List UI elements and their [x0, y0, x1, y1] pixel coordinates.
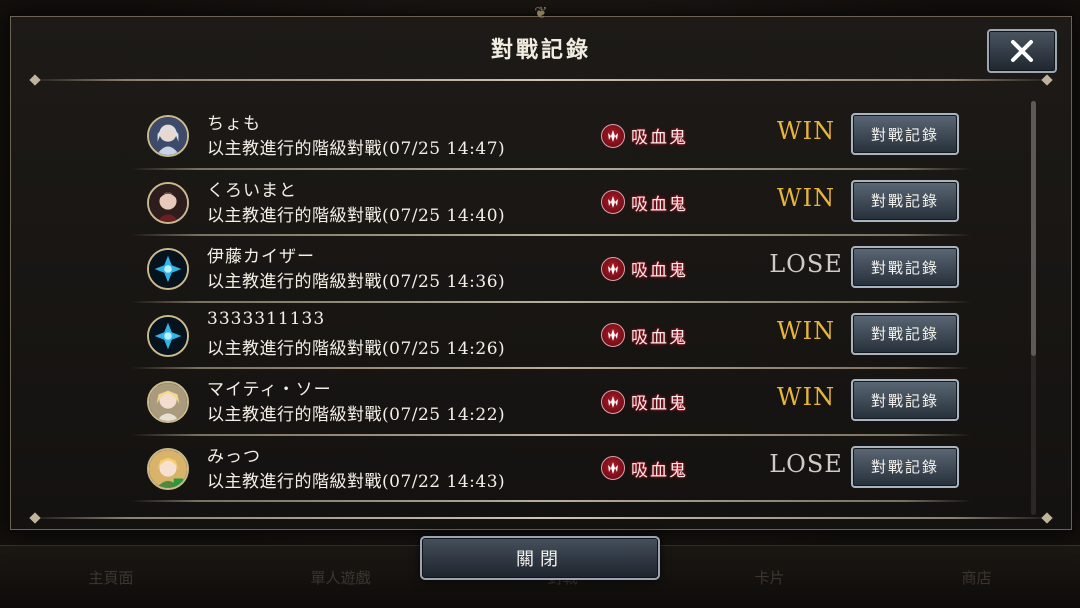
match-list[interactable]: ちょも 以主教進行的階級對戰(07/25 14:47) 吸血鬼 WIN 對戰記錄…	[131, 103, 971, 515]
match-row: 伊藤カイザー 以主教進行的階級對戰(07/25 14:36) 吸血鬼 LOSE …	[131, 236, 971, 303]
class-label: 吸血鬼	[631, 460, 688, 481]
close-x-button[interactable]	[987, 29, 1057, 73]
opponent-class: 吸血鬼	[601, 256, 688, 281]
match-result: WIN	[776, 183, 836, 212]
opponent-name: 3333311133	[207, 308, 326, 329]
dialog-title: 對戰記錄	[490, 37, 591, 63]
match-row: くろいまと 以主教進行的階級對戰(07/25 14:40) 吸血鬼 WIN 對戰…	[131, 170, 971, 237]
match-result: WIN	[776, 383, 836, 411]
match-description: 以主教進行的階級對戰(07/25 14:40)	[207, 205, 506, 226]
opponent-class: 吸血鬼	[601, 323, 688, 348]
match-row: マイティ・ソー 以主教進行的階級對戰(07/25 14:22) 吸血鬼 WIN …	[131, 369, 971, 436]
close-icon	[1011, 40, 1033, 62]
match-row: みっつ 以主教進行的階級對戰(07/22 14:43) 吸血鬼 LOSE 對戰記…	[131, 436, 971, 503]
bg-nav-home: 主頁面	[88, 568, 134, 587]
vampire-emblem-icon	[601, 323, 625, 347]
match-result: WIN	[776, 316, 836, 345]
opponent-name: マイティ・ソー	[207, 380, 332, 400]
class-label: 吸血鬼	[631, 128, 688, 148]
opponent-avatar	[147, 314, 189, 357]
opponent-avatar	[147, 248, 189, 290]
class-label: 吸血鬼	[631, 327, 688, 348]
view-record-button[interactable]: 對戰記錄	[851, 445, 959, 488]
match-description: 以主教進行的階級對戰(07/22 14:43)	[207, 471, 506, 492]
opponent-name: 伊藤カイザー	[207, 247, 315, 267]
match-description: 以主教進行的階級對戰(07/25 14:26)	[207, 338, 506, 359]
opponent-name: くろいまと	[207, 180, 297, 201]
opponent-avatar	[147, 115, 189, 157]
header-divider	[25, 79, 1057, 81]
opponent-name: みっつ	[207, 446, 261, 467]
dialog-header: 對戰記錄	[11, 17, 1071, 79]
opponent-class: 吸血鬼	[601, 389, 688, 414]
bg-nav-shop: 商店	[961, 568, 992, 587]
view-record-button[interactable]: 對戰記錄	[851, 179, 959, 222]
opponent-name: ちょも	[207, 114, 261, 134]
view-record-button[interactable]: 對戰記錄	[851, 246, 959, 288]
opponent-avatar	[147, 181, 189, 224]
match-description: 以主教進行的階級對戰(07/25 14:36)	[207, 272, 506, 292]
bg-nav-solo: 單人遊戲	[310, 568, 371, 587]
vampire-emblem-icon	[601, 123, 625, 148]
close-dialog-button[interactable]: 關閉	[420, 536, 660, 580]
match-row: 3333311133 以主教進行的階級對戰(07/25 14:26) 吸血鬼 W…	[131, 303, 971, 370]
view-record-button[interactable]: 對戰記錄	[851, 379, 959, 421]
view-record-button[interactable]: 對戰記錄	[851, 113, 959, 155]
vampire-emblem-icon	[601, 190, 625, 214]
match-result: LOSE	[769, 250, 843, 278]
match-result: LOSE	[769, 449, 843, 478]
view-record-button[interactable]: 對戰記錄	[851, 312, 959, 355]
vampire-emblem-icon	[601, 456, 625, 480]
opponent-avatar	[147, 381, 189, 423]
opponent-avatar	[147, 447, 189, 490]
opponent-class: 吸血鬼	[601, 123, 688, 148]
vampire-emblem-icon	[601, 256, 625, 281]
match-description: 以主教進行的階級對戰(07/25 14:22)	[207, 405, 506, 425]
class-label: 吸血鬼	[631, 194, 688, 215]
match-description: 以主教進行的階級對戰(07/25 14:47)	[207, 139, 506, 159]
match-row: ちょも 以主教進行的階級對戰(07/25 14:47) 吸血鬼 WIN 對戰記錄	[131, 103, 971, 170]
class-label: 吸血鬼	[631, 394, 688, 414]
opponent-class: 吸血鬼	[601, 190, 688, 215]
scrollbar-thumb[interactable]	[1031, 101, 1036, 356]
battle-record-dialog: ❦ 對戰記錄 ちょも 以主教進行的階級對戰(07/25 14:47) 吸血鬼 W…	[10, 3, 1072, 530]
bg-nav-cards: 卡片	[754, 568, 785, 587]
footer-divider	[25, 517, 1057, 519]
match-result: WIN	[776, 117, 836, 145]
vampire-emblem-icon	[601, 389, 625, 414]
opponent-class: 吸血鬼	[601, 456, 688, 481]
class-label: 吸血鬼	[631, 261, 688, 281]
